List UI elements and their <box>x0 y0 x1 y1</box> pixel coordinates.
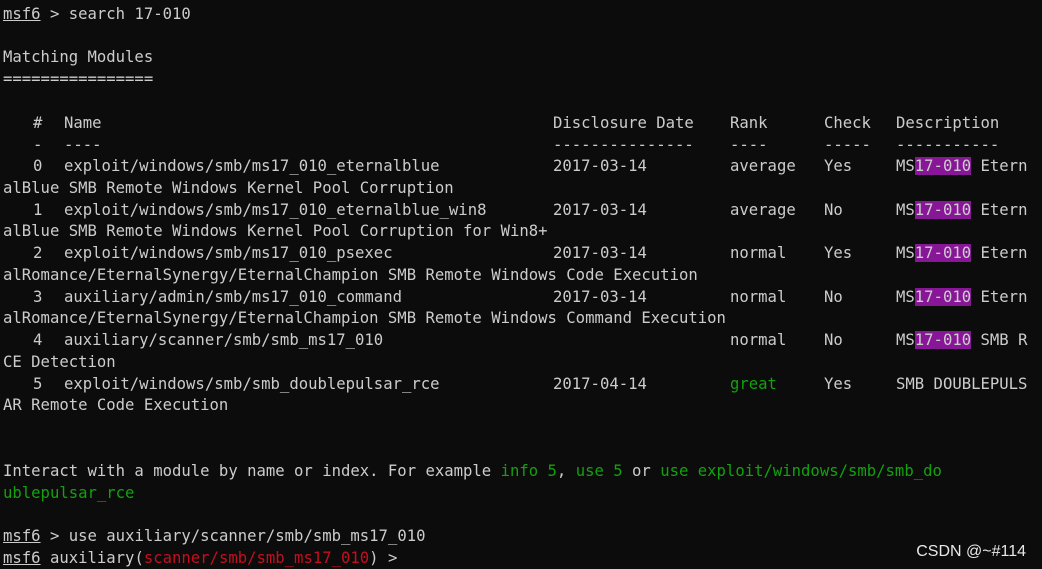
module-description-wrap: AR Remote Code Execution <box>3 396 229 414</box>
dash-disclosure-date: --------------- <box>553 136 694 154</box>
module-check: Yes <box>824 157 853 175</box>
module-description: MS17-010 Etern <box>896 244 1028 262</box>
interact-hint-wrap: ublepulsar_rce <box>3 484 135 502</box>
use-command: use auxiliary/scanner/smb/smb_ms17_010 <box>68 527 426 545</box>
interact-hint: Interact with a module by name or index.… <box>3 462 942 480</box>
search-command: search 17-010 <box>68 5 191 23</box>
prompt-label: msf6 <box>3 527 41 545</box>
module-rank: great <box>730 375 777 393</box>
dash-rank: ---- <box>730 136 768 154</box>
module-name: exploit/windows/smb/ms17_010_eternalblue <box>64 157 440 175</box>
module-description-wrap: CE Detection <box>3 353 116 371</box>
module-number: 2 <box>33 244 43 262</box>
module-rank: normal <box>730 244 787 262</box>
module-name: auxiliary/admin/smb/ms17_010_command <box>64 288 402 306</box>
active-module-path: scanner/smb/smb_ms17_010 <box>143 549 370 567</box>
module-date: 2017-03-14 <box>553 244 647 262</box>
prompt-label: msf6 <box>3 549 41 567</box>
column-name: Name <box>64 114 102 132</box>
module-name: exploit/windows/smb/smb_doublepulsar_rce <box>64 375 440 393</box>
module-date: 2017-04-14 <box>553 375 647 393</box>
module-rank: normal <box>730 288 787 306</box>
hint-use-index-command: use 5 <box>575 462 623 480</box>
module-name: exploit/windows/smb/ms17_010_psexec <box>64 244 393 262</box>
module-rank: average <box>730 157 796 175</box>
module-check: Yes <box>824 244 853 262</box>
dash-name: ---- <box>64 136 102 154</box>
module-description: MS17-010 Etern <box>896 288 1028 306</box>
heading-underline: ================ <box>3 70 154 88</box>
column-disclosure-date: Disclosure Date <box>553 114 694 132</box>
dash-check: ----- <box>824 136 871 154</box>
module-description-wrap: alBlue SMB Remote Windows Kernel Pool Co… <box>3 222 548 240</box>
module-number: 5 <box>33 375 43 393</box>
module-check: No <box>824 288 843 306</box>
module-date: 2017-03-14 <box>553 157 647 175</box>
hint-info-command: info 5 <box>500 462 557 480</box>
module-check: No <box>824 331 843 349</box>
column-description: Description <box>896 114 1000 132</box>
module-description: SMB DOUBLEPULS <box>896 375 1028 393</box>
module-description: MS17-010 SMB R <box>896 331 1028 349</box>
module-description: MS17-010 Etern <box>896 157 1028 175</box>
csdn-watermark: CSDN @~#114 <box>916 543 1026 560</box>
module-description: MS17-010 Etern <box>896 201 1028 219</box>
prompt-line-use: msf6 > use auxiliary/scanner/smb/smb_ms1… <box>3 526 426 546</box>
prompt-line-current[interactable]: msf6 auxiliary(scanner/smb/smb_ms17_010)… <box>3 548 397 568</box>
prompt-separator: > <box>40 5 69 23</box>
module-check: No <box>824 201 843 219</box>
module-name: auxiliary/scanner/smb/smb_ms17_010 <box>64 331 384 349</box>
module-rank: normal <box>730 331 787 349</box>
column-check: Check <box>824 114 871 132</box>
hint-use-name-command: use exploit/windows/smb/smb_do <box>660 462 942 480</box>
module-number: 0 <box>33 157 43 175</box>
module-description-wrap: alRomance/EternalSynergy/EternalChampion… <box>3 266 698 284</box>
module-check: Yes <box>824 375 853 393</box>
prompt-line-search: msf6 > search 17-010 <box>3 4 191 24</box>
module-number: 1 <box>33 201 43 219</box>
module-description-wrap: alBlue SMB Remote Windows Kernel Pool Co… <box>3 179 454 197</box>
module-number: 3 <box>33 288 43 306</box>
module-rank: average <box>730 201 796 219</box>
column-rank: Rank <box>730 114 768 132</box>
dash-number: - <box>33 136 43 154</box>
dash-description: ----------- <box>896 136 1000 154</box>
terminal-window[interactable]: msf6 > search 17-010 Matching Modules ==… <box>0 0 1042 569</box>
module-date: 2017-03-14 <box>553 201 647 219</box>
prompt-separator: > <box>40 527 69 545</box>
module-number: 4 <box>33 331 43 349</box>
column-number: # <box>33 114 43 132</box>
module-description-wrap: alRomance/EternalSynergy/EternalChampion… <box>3 309 726 327</box>
prompt-label: msf6 <box>3 5 41 23</box>
module-date: 2017-03-14 <box>553 288 647 306</box>
matching-modules-heading: Matching Modules <box>3 48 154 66</box>
module-name: exploit/windows/smb/ms17_010_eternalblue… <box>64 201 487 219</box>
